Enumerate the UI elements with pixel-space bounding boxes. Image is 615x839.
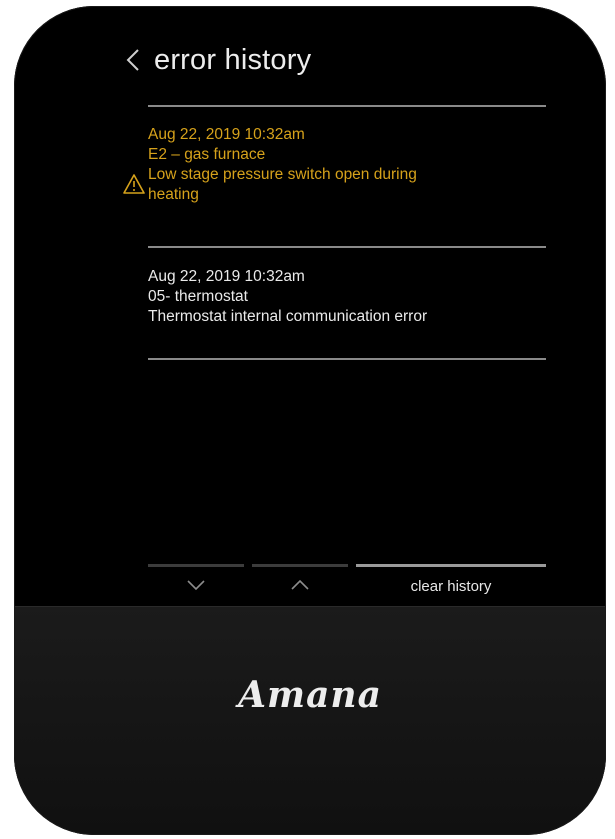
display-screen: error history Aug 22, 2019 10:32am E2 – … bbox=[123, 24, 546, 608]
thermostat-device: error history Aug 22, 2019 10:32am E2 – … bbox=[14, 6, 606, 835]
entry-code: E2 – gas furnace bbox=[148, 146, 266, 163]
bottom-controls: clear history bbox=[148, 564, 546, 608]
chevron-left-icon[interactable] bbox=[120, 42, 148, 78]
entry-message-continued: heating bbox=[148, 186, 199, 203]
clear-history-button[interactable]: clear history bbox=[356, 564, 546, 608]
entry-timestamp: Aug 22, 2019 10:32am bbox=[148, 268, 305, 285]
scroll-up-button[interactable] bbox=[252, 564, 348, 608]
chevron-down-icon bbox=[187, 580, 205, 591]
page-title: error history bbox=[154, 44, 312, 76]
chevron-up-icon bbox=[291, 579, 309, 590]
entry-message: Low stage pressure switch open during bbox=[148, 166, 417, 183]
scroll-down-button[interactable] bbox=[148, 564, 244, 608]
error-entry-1[interactable]: Aug 22, 2019 10:32am E2 – gas furnace Lo… bbox=[123, 125, 546, 205]
divider bbox=[148, 358, 546, 360]
entry-code: 05- thermostat bbox=[148, 288, 248, 305]
entry-message: Thermostat internal communication error bbox=[148, 308, 428, 325]
device-screen-bezel: error history Aug 22, 2019 10:32am E2 – … bbox=[14, 6, 606, 608]
clear-history-label: clear history bbox=[410, 578, 492, 595]
header: error history bbox=[126, 34, 546, 84]
entry-timestamp: Aug 22, 2019 10:32am bbox=[148, 126, 305, 143]
error-entry-2[interactable]: Aug 22, 2019 10:32am 05- thermostat Ther… bbox=[148, 267, 546, 327]
warning-triangle-icon bbox=[123, 174, 145, 194]
divider bbox=[148, 246, 546, 248]
divider bbox=[148, 105, 546, 107]
brand-logo: Amana bbox=[238, 674, 382, 716]
device-lower-panel: Amana bbox=[14, 606, 606, 835]
